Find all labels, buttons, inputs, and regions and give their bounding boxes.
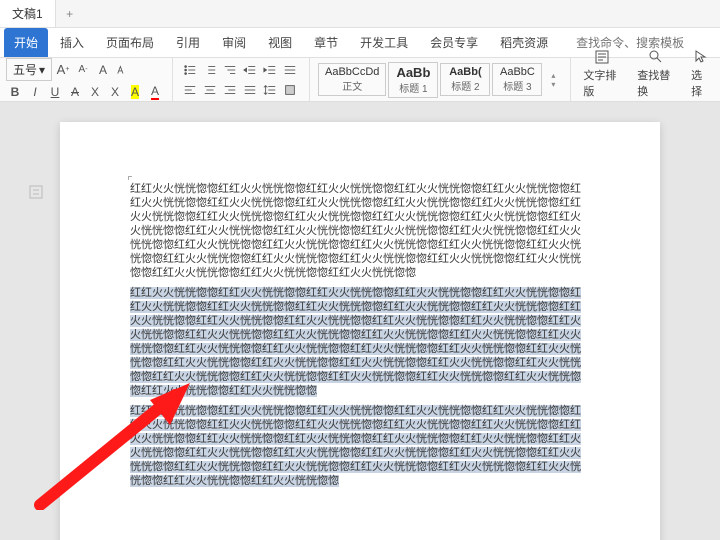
decrease-indent-button[interactable] xyxy=(241,61,259,79)
ruler-mark-icon xyxy=(128,176,132,180)
decrease-font-button[interactable]: A- xyxy=(74,61,92,79)
search-input[interactable] xyxy=(576,36,686,50)
tab-insert[interactable]: 插入 xyxy=(50,28,94,57)
tab-member[interactable]: 会员专享 xyxy=(420,28,488,57)
add-tab-button[interactable]: + xyxy=(56,7,84,21)
plus-icon: + xyxy=(66,7,73,21)
bullets-button[interactable] xyxy=(181,61,199,79)
shading-button[interactable] xyxy=(281,81,299,99)
document-tab-label: 文稿1 xyxy=(12,5,43,22)
tab-start[interactable]: 开始 xyxy=(4,28,48,57)
superscript-button[interactable]: X xyxy=(86,83,104,101)
paragraph-group xyxy=(181,58,310,101)
style-normal[interactable]: AaBbCcDd正文 xyxy=(318,63,386,96)
multilevel-button[interactable] xyxy=(221,61,239,79)
document-tab[interactable]: 文稿1 xyxy=(0,0,56,27)
tab-reference[interactable]: 引用 xyxy=(166,28,210,57)
tab-dev[interactable]: 开发工具 xyxy=(350,28,418,57)
increase-font-button[interactable]: A+ xyxy=(54,61,72,79)
chevron-down-icon: ▾ xyxy=(39,63,45,77)
document-tabs: 文稿1 + xyxy=(0,0,720,28)
paragraph[interactable]: 红红火火恍恍惚惚红红火火恍恍惚惚红红火火恍恍惚惚红红火火恍恍惚惚红红火火恍恍惚惚… xyxy=(130,182,590,280)
tab-layout[interactable]: 页面布局 xyxy=(96,28,164,57)
outline-icon[interactable] xyxy=(28,184,44,200)
style-heading2[interactable]: AaBb(标题 2 xyxy=(440,63,490,96)
align-center-button[interactable] xyxy=(201,81,219,99)
command-search[interactable] xyxy=(572,36,686,50)
strike-button[interactable]: A xyxy=(66,83,84,101)
paragraph[interactable]: 红红火火恍恍惚惚红红火火恍恍惚惚红红火火恍恍惚惚红红火火恍恍惚惚红红火火恍恍惚惚… xyxy=(130,404,590,488)
document-body[interactable]: 红红火火恍恍惚惚红红火火恍恍惚惚红红火火恍恍惚惚红红火火恍恍惚惚红红火火恍恍惚惚… xyxy=(130,182,590,494)
style-heading1[interactable]: AaBb标题 1 xyxy=(388,62,438,98)
tab-section[interactable]: 章节 xyxy=(304,28,348,57)
tab-view[interactable]: 视图 xyxy=(258,28,302,57)
bold-button[interactable]: B xyxy=(6,83,24,101)
align-left-button[interactable] xyxy=(181,81,199,99)
font-size-select[interactable]: 五号 ▾ xyxy=(6,58,52,81)
ribbon-body: 五号 ▾ A+ A- A B I U A X X A A xyxy=(0,58,720,102)
align-justify-button[interactable] xyxy=(241,81,259,99)
font-group: 五号 ▾ A+ A- A B I U A X X A A xyxy=(6,58,173,101)
font-color-button[interactable]: A xyxy=(146,83,164,101)
tab-review[interactable]: 审阅 xyxy=(212,28,256,57)
tab-resource[interactable]: 稻壳资源 xyxy=(490,28,558,57)
clear-format-button[interactable]: A xyxy=(94,61,112,79)
underline-button[interactable]: U xyxy=(46,83,64,101)
styles-group: AaBbCcDd正文 AaBb标题 1 AaBb(标题 2 AaBbC标题 3 … xyxy=(318,58,571,101)
numbering-button[interactable] xyxy=(201,61,219,79)
align-right-button[interactable] xyxy=(221,81,239,99)
styles-expand-button[interactable]: ▴▾ xyxy=(544,71,562,89)
italic-button[interactable]: I xyxy=(26,83,44,101)
paragraph[interactable]: 红红火火恍恍惚惚红红火火恍恍惚惚红红火火恍恍惚惚红红火火恍恍惚惚红红火火恍恍惚惚… xyxy=(130,286,590,398)
increase-indent-button[interactable] xyxy=(261,61,279,79)
page[interactable]: 红红火火恍恍惚惚红红火火恍恍惚惚红红火火恍恍惚惚红红火火恍恍惚惚红红火火恍恍惚惚… xyxy=(60,122,660,540)
line-spacing-button[interactable] xyxy=(261,81,279,99)
document-area[interactable]: 红红火火恍恍惚惚红红火火恍恍惚惚红红火火恍恍惚惚红红火火恍恍惚惚红红火火恍恍惚惚… xyxy=(0,102,720,540)
change-case-button[interactable] xyxy=(114,61,132,79)
text-layout-button[interactable]: 文字排版▾ xyxy=(579,49,625,110)
highlight-button[interactable]: A xyxy=(126,83,144,101)
select-button[interactable]: 选择▾ xyxy=(687,49,714,110)
find-replace-button[interactable]: 查找替换▾ xyxy=(633,49,679,110)
subscript-button[interactable]: X xyxy=(106,83,124,101)
tab-stops-button[interactable] xyxy=(281,61,299,79)
style-heading3[interactable]: AaBbC标题 3 xyxy=(492,63,542,96)
